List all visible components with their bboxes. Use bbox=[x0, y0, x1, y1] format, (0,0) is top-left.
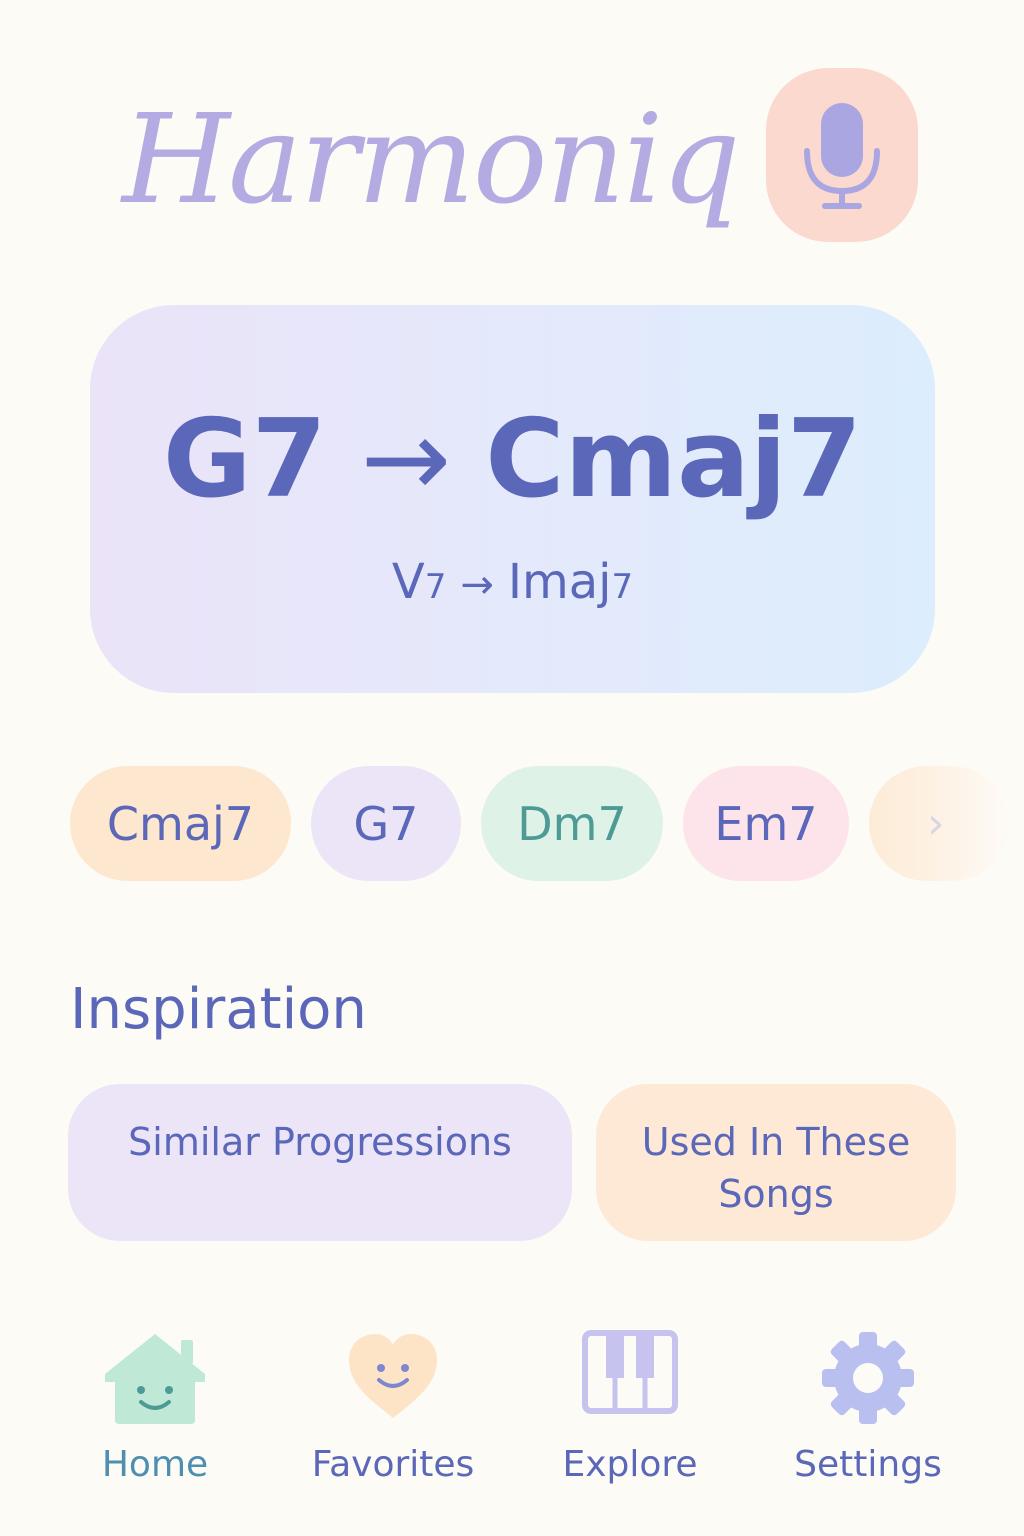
microphone-icon bbox=[804, 103, 880, 209]
microphone-button[interactable] bbox=[766, 68, 918, 242]
chord-chip-dm7[interactable]: Dm7 bbox=[481, 766, 663, 881]
from-chord: G7 bbox=[162, 397, 327, 522]
nav-explore-label: Explore bbox=[562, 1444, 698, 1485]
piano-icon bbox=[582, 1330, 678, 1414]
nav-favorites[interactable]: Favorites bbox=[298, 1330, 488, 1500]
gear-icon bbox=[822, 1332, 914, 1424]
nav-settings-label: Settings bbox=[794, 1444, 942, 1485]
roman-from-sub: 7 bbox=[424, 567, 447, 607]
chord-chip-em7[interactable]: Em7 bbox=[683, 766, 849, 881]
chord-chip-g7[interactable]: G7 bbox=[311, 766, 461, 881]
nav-home-label: Home bbox=[101, 1444, 209, 1485]
more-chords-button[interactable]: › bbox=[869, 766, 1009, 881]
nav-explore[interactable]: Explore bbox=[535, 1330, 725, 1500]
nav-settings[interactable]: Settings bbox=[773, 1330, 963, 1500]
nav-home[interactable]: Home bbox=[60, 1330, 250, 1500]
arrow-icon: → bbox=[360, 397, 452, 522]
roman-from: V bbox=[391, 554, 425, 610]
heart-icon bbox=[349, 1334, 437, 1418]
to-chord: Cmaj7 bbox=[485, 397, 863, 522]
nav-favorites-label: Favorites bbox=[311, 1444, 475, 1485]
roman-to: Imaj bbox=[507, 554, 612, 610]
chord-chip-cmaj7[interactable]: Cmaj7 bbox=[70, 766, 291, 881]
app-title: Harmoniq bbox=[122, 88, 740, 232]
home-icon bbox=[105, 1334, 205, 1424]
roman-to-sub: 7 bbox=[611, 567, 634, 607]
roman-numeral-analysis: V7 → Imaj7 bbox=[90, 550, 935, 619]
similar-progressions-card[interactable]: Similar Progressions bbox=[68, 1084, 572, 1241]
used-in-songs-card[interactable]: Used In These Songs bbox=[596, 1084, 956, 1241]
progression-card[interactable]: G7 → Cmaj7 V7 → Imaj7 bbox=[90, 305, 935, 693]
inspiration-title: Inspiration bbox=[70, 977, 367, 1042]
chord-progression: G7 → Cmaj7 bbox=[90, 395, 935, 525]
chevron-right-icon: › bbox=[927, 798, 945, 849]
arrow-icon: → bbox=[460, 562, 494, 608]
